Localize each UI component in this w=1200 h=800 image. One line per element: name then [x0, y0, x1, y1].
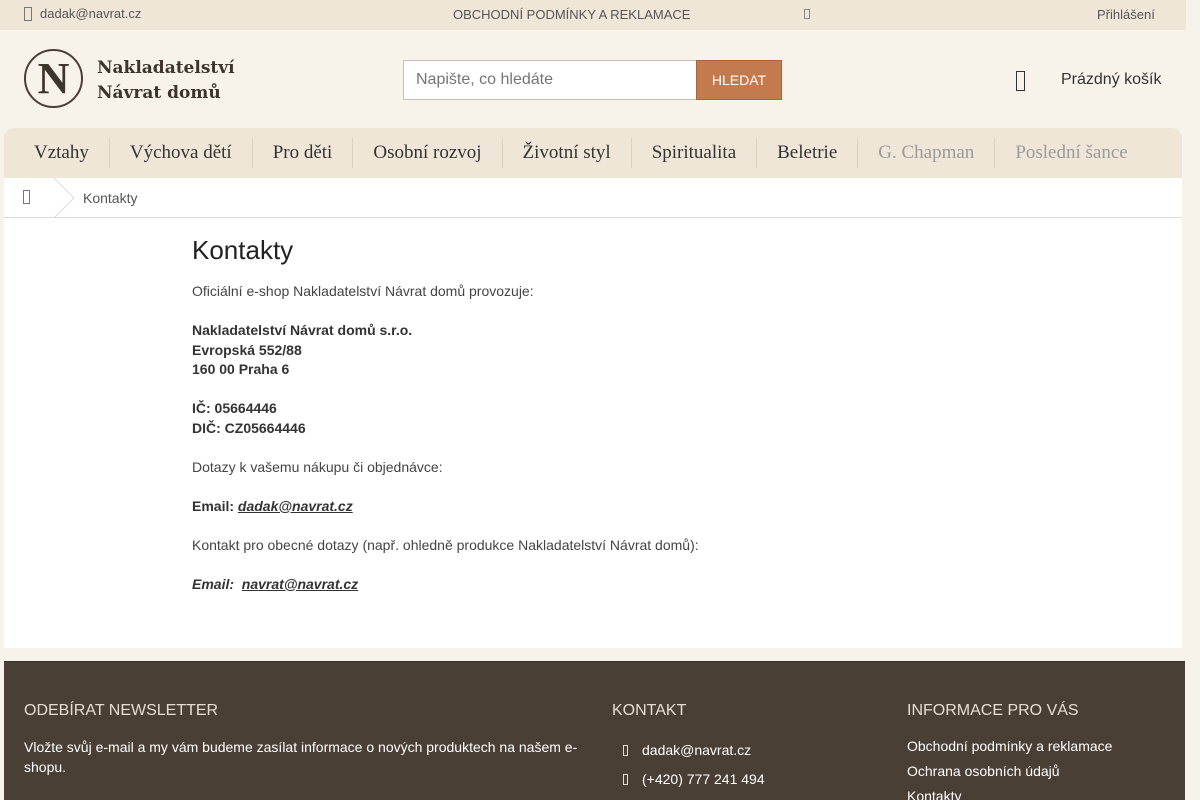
- footer-phone-link[interactable]: (+420) 777 241 494: [642, 770, 765, 790]
- logo-line-1: Nakladatelství: [97, 58, 235, 78]
- newsletter-text: Vložte svůj e-mail a my vám budeme zasíl…: [24, 739, 578, 775]
- nav-item-osobni-rozvoj[interactable]: Osobní rozvoj: [353, 138, 503, 168]
- top-email-text: dadak@navrat.cz: [40, 6, 142, 21]
- site-header: N Nakladatelství Návrat domů HLEDAT Práz…: [0, 30, 1186, 128]
- nav-item-posledni-sance[interactable]: Poslední šance: [995, 138, 1147, 168]
- orders-email-label: Email:: [192, 497, 235, 514]
- logo-letter: N: [37, 54, 70, 103]
- nav-item-vztahy[interactable]: Vztahy: [14, 138, 110, 168]
- terms-link[interactable]: OBCHODNÍ PODMÍNKY A REKLAMACE: [453, 7, 690, 22]
- logo-mark[interactable]: N: [24, 49, 83, 108]
- company-dic: DIČ: CZ05664446: [192, 419, 306, 436]
- contact-info: Oficiální e-shop Nakladatelství Návrat d…: [192, 282, 699, 594]
- general-question: Kontakt pro obecné dotazy (např. ohledně…: [192, 536, 699, 553]
- site-footer: ODEBÍRAT NEWSLETTER Vložte svůj e-mail a…: [4, 661, 1185, 800]
- phone-icon: [623, 774, 628, 785]
- company-street: Evropská 552/88: [192, 341, 302, 358]
- login-link[interactable]: Přihlášení: [1097, 7, 1155, 22]
- page-title: Kontakty: [192, 235, 294, 265]
- nav-item-vychova-deti[interactable]: Výchova dětí: [110, 138, 253, 168]
- breadcrumb: Kontakty: [4, 178, 1182, 218]
- logo-text[interactable]: Nakladatelství Návrat domů: [97, 56, 235, 106]
- home-icon[interactable]: [23, 190, 30, 204]
- contact-title: KONTAKT: [612, 702, 687, 719]
- footer-link-terms[interactable]: Obchodní podmínky a reklamace: [907, 737, 1112, 757]
- info-title: INFORMACE PRO VÁS: [907, 702, 1079, 719]
- nav-item-g-chapman[interactable]: G. Chapman: [858, 138, 996, 168]
- chevron-down-icon[interactable]: [804, 9, 810, 19]
- nav-item-pro-deti[interactable]: Pro děti: [253, 138, 354, 168]
- envelope-icon: [24, 6, 32, 21]
- cart-link[interactable]: Prázdný košík: [1061, 71, 1161, 89]
- cart-icon[interactable]: [1016, 71, 1025, 91]
- search-input[interactable]: [403, 60, 697, 100]
- footer-email-link[interactable]: dadak@navrat.cz: [642, 741, 751, 761]
- company-name: Nakladatelství Návrat domů s.r.o.: [192, 322, 413, 338]
- orders-email-link[interactable]: dadak@navrat.cz: [238, 498, 353, 514]
- company-ic: IČ: 05664446: [192, 400, 277, 416]
- top-email-link[interactable]: dadak@navrat.cz: [24, 6, 141, 21]
- search-button[interactable]: HLEDAT: [696, 60, 782, 100]
- main-content: Kontakty Oficiální e-shop Nakladatelství…: [4, 218, 1182, 648]
- general-email-link[interactable]: navrat@navrat.cz: [242, 576, 358, 592]
- footer-link-privacy[interactable]: Ochrana osobních údajů: [907, 762, 1060, 782]
- general-email-label: Email:: [192, 575, 235, 592]
- footer-link-contacts[interactable]: Kontakty: [907, 787, 961, 800]
- nav-item-spiritualita[interactable]: Spiritualita: [632, 138, 758, 168]
- main-navigation: Vztahy Výchova dětí Pro děti Osobní rozv…: [4, 128, 1182, 178]
- newsletter-title: ODEBÍRAT NEWSLETTER: [24, 702, 219, 719]
- envelope-icon: [623, 745, 628, 756]
- intro-text: Oficiální e-shop Nakladatelství Návrat d…: [192, 283, 534, 299]
- top-bar: dadak@navrat.cz OBCHODNÍ PODMÍNKY A REKL…: [0, 0, 1186, 30]
- company-city: 160 00 Praha 6: [192, 361, 290, 377]
- breadcrumb-current: Kontakty: [83, 190, 138, 206]
- nav-item-beletrie[interactable]: Beletrie: [757, 138, 859, 168]
- nav-item-zivotni-styl[interactable]: Životní styl: [503, 138, 632, 168]
- logo-line-2: Návrat domů: [97, 83, 221, 103]
- orders-question: Dotazy k vašemu nákupu či objednávce:: [192, 458, 443, 475]
